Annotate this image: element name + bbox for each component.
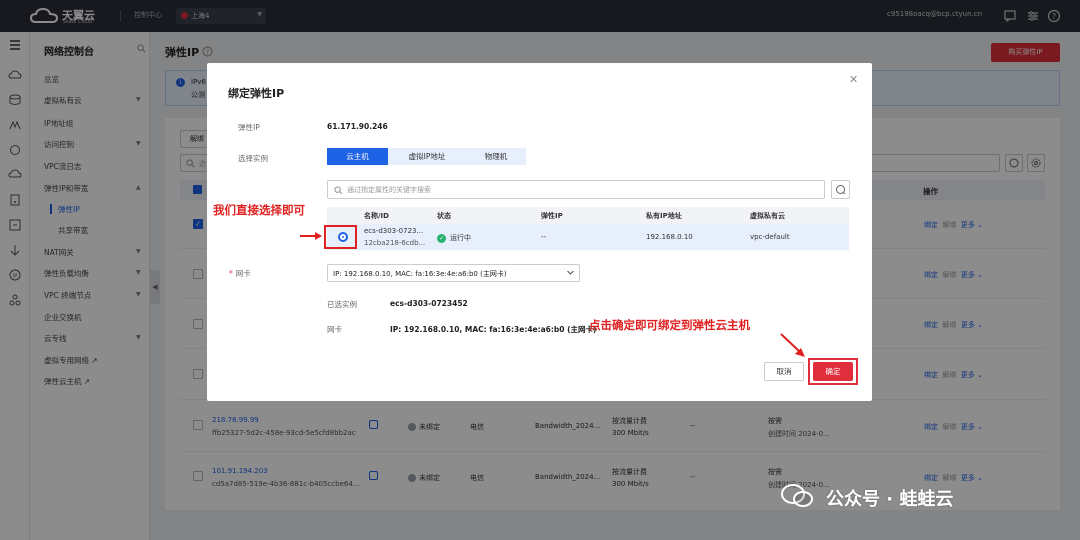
bind-eip-dialog: 绑定弹性IP ✕ 弹性IP 61.171.90.246 选择实例 云主机 虚拟I…	[207, 63, 872, 401]
refresh-icon	[836, 185, 846, 195]
tab-cloud-host[interactable]: 云主机	[327, 148, 388, 165]
search-placeholder: 通过指定属性的关键字搜索	[347, 186, 431, 194]
annotation-confirm-hint: 点击确定即可绑定到弹性云主机	[589, 318, 750, 332]
dialog-title: 绑定弹性IP	[228, 87, 285, 100]
instance-vpc: vpc-default	[750, 233, 790, 241]
confirm-highlight-box: 确定	[808, 358, 858, 385]
instance-type-label: 选择实例	[238, 154, 268, 163]
required-star: *	[229, 269, 233, 278]
nic-label-text: 网卡	[235, 269, 251, 278]
eip-label: 弹性IP	[238, 123, 260, 132]
instance-status: ✓ 运行中	[437, 233, 471, 243]
search-icon	[334, 186, 343, 195]
nic-label: * 网卡	[229, 268, 251, 279]
annotation-radio-highlight	[324, 225, 357, 249]
column-header-private-ip: 私有IP地址	[646, 212, 682, 220]
close-icon[interactable]: ✕	[849, 73, 858, 86]
tab-virtual-ip[interactable]: 虚拟IP地址	[388, 148, 466, 165]
column-header-vpc: 虚拟私有云	[750, 212, 785, 220]
cancel-button[interactable]: 取消	[764, 362, 804, 381]
wechat-icon	[781, 484, 813, 507]
running-check-icon: ✓	[437, 233, 446, 243]
annotation-select-hint: 我们直接选择即可	[213, 203, 305, 217]
instance-table-header: 名称/ID 状态 弹性IP 私有IP地址 虚拟私有云	[327, 207, 849, 224]
tab-physical-machine[interactable]: 物理机	[466, 148, 526, 165]
instance-name: ecs-d303-0723...	[364, 227, 424, 235]
column-header-name: 名称/ID	[364, 212, 389, 220]
confirm-button[interactable]: 确定	[813, 362, 853, 381]
watermark: 公众号 · 蛙蛙云	[780, 479, 1050, 515]
instance-private-ip: 192.168.0.10	[646, 233, 693, 241]
column-header-eip: 弹性IP	[541, 212, 563, 220]
instance-row[interactable]: ecs-d303-0723... 12cba218-6cdb... ✓ 运行中 -…	[327, 224, 849, 250]
eip-value: 61.171.90.246	[327, 122, 388, 131]
nic-select[interactable]: IP: 192.168.0.10, MAC: fa:16:3e:4e:a6:b0…	[327, 264, 580, 282]
nic-summary-label: 网卡	[327, 325, 342, 334]
nic-select-value: IP: 192.168.0.10, MAC: fa:16:3e:4e:a6:b0…	[333, 270, 507, 278]
watermark-text: 公众号 · 蛙蛙云	[826, 489, 954, 510]
nic-summary-value: IP: 192.168.0.10, MAC: fa:16:3e:4e:a6:b0…	[390, 325, 597, 334]
column-header-status: 状态	[437, 212, 451, 220]
instance-eip: --	[541, 233, 547, 241]
selected-instance-value: ecs-d303-0723452	[390, 299, 468, 308]
selected-instance-label: 已选实例	[327, 300, 357, 309]
instance-search-input[interactable]: 通过指定属性的关键字搜索	[327, 180, 825, 199]
status-text: 运行中	[450, 234, 471, 242]
instance-id: 12cba218-6cdb...	[364, 239, 426, 247]
refresh-button[interactable]	[831, 180, 850, 199]
chevron-down-icon	[567, 270, 574, 275]
